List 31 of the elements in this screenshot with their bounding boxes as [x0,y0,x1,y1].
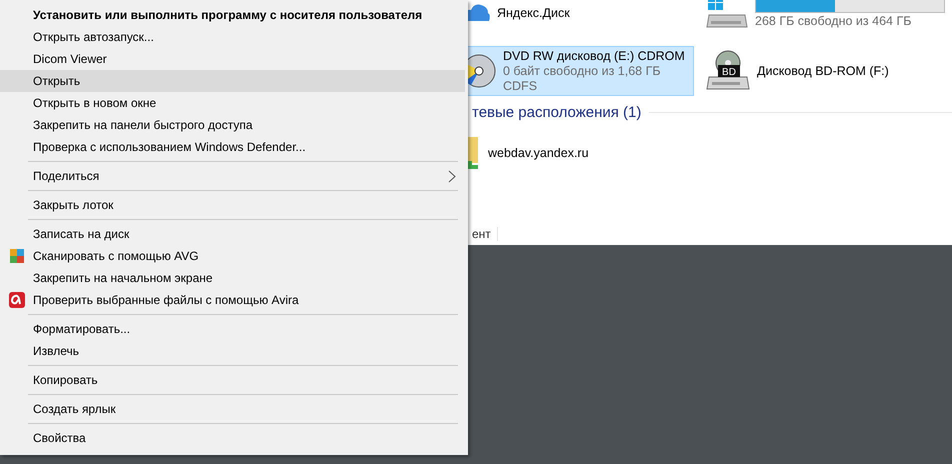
menu-item[interactable]: Закрепить на начальном экране [0,267,465,289]
chevron-right-icon [448,170,456,183]
menu-item[interactable]: Закрыть лоток [0,194,465,216]
menu-item[interactable]: Проверка с использованием Windows Defender... [0,136,465,158]
free-space: 268 ГБ свободно из 464 ГБ [755,14,912,28]
menu-item[interactable]: Открыть автозапуск... [0,26,465,48]
menu-item[interactable]: Форматировать... [0,318,465,340]
drive-name: Дисковод BD-ROM (F:) [757,64,889,78]
bd-drive-icon [706,50,750,90]
tiles-icon [9,248,25,264]
status-text: ент [472,227,491,241]
menu-item[interactable]: Установить или выполнить программу с носителя пользователя [0,4,465,26]
drive-tile[interactable]: BD Дисковод BD-ROM (F:) [700,46,952,96]
section-header[interactable]: тевые расположения (1) [472,104,642,121]
menu-item[interactable]: Проверить выбранные файлы с помощью Avira [0,289,465,311]
app-badge-icon [9,292,25,308]
menu-item[interactable]: Записать на диск [0,223,465,245]
drive-badge-text: BD [722,67,736,78]
menu-item[interactable]: Создать ярлык [0,398,465,420]
file-system: CDFS [503,79,538,93]
drive-name: DVD RW дисковод (E:) CDROM [503,49,685,63]
menu-item[interactable]: Сканировать с помощью AVG [0,245,465,267]
menu-item[interactable]: Закрепить на панели быстрого доступа [0,114,465,136]
menu-item[interactable]: Копировать [0,369,465,391]
free-space: 0 байт свободно из 1,68 ГБ [503,64,662,78]
drive-tile[interactable]: 268 ГБ свободно из 464 ГБ [700,0,952,38]
menu-item[interactable]: Свойства [0,427,465,449]
menu-item[interactable]: Открыть [0,70,465,92]
drive-name: Яндекс.Диск [497,6,570,20]
menu-item[interactable]: Извлечь [0,340,465,362]
menu-item[interactable]: Поделиться [0,165,465,187]
